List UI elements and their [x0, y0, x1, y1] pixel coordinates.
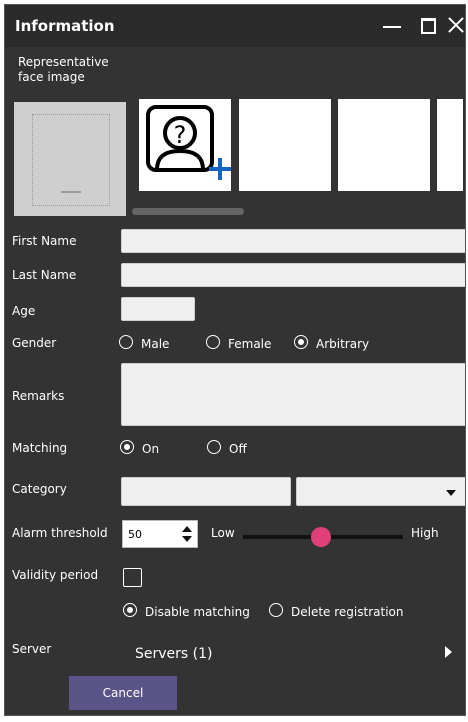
add-face-icon: ?: [146, 105, 231, 180]
representative-face-label: Representative face image: [18, 55, 109, 84]
maximize-button[interactable]: [415, 11, 443, 39]
chevron-right-icon[interactable]: [445, 646, 452, 658]
increment-icon[interactable]: [182, 526, 192, 532]
remarks-textarea[interactable]: [121, 363, 465, 426]
title-bar: Information: [5, 5, 465, 47]
age-input[interactable]: [121, 297, 195, 321]
face-thumbnail[interactable]: [338, 99, 430, 191]
representative-face-image[interactable]: [14, 102, 126, 216]
first-name-label: First Name: [12, 234, 77, 248]
face-thumbnail[interactable]: [239, 99, 331, 191]
category-input[interactable]: [121, 477, 291, 506]
decrement-icon[interactable]: [182, 536, 192, 542]
matching-label: Matching: [12, 441, 68, 455]
alarm-threshold-slider-thumb[interactable]: [311, 527, 331, 547]
gender-label: Gender: [12, 336, 57, 350]
information-dialog: Information Representative face image ? …: [4, 4, 466, 716]
gender-female-radio[interactable]: Female: [206, 335, 271, 351]
last-name-label: Last Name: [12, 268, 77, 282]
validity-period-label: Validity period: [12, 568, 99, 582]
cancel-button[interactable]: Cancel: [69, 676, 177, 710]
face-thumbnail-strip: ?: [139, 99, 463, 197]
svg-text:?: ?: [174, 121, 187, 149]
category-dropdown[interactable]: [296, 477, 465, 506]
matching-on-radio[interactable]: On: [120, 440, 159, 456]
first-name-input[interactable]: [121, 229, 465, 253]
remarks-label: Remarks: [12, 389, 65, 403]
validity-period-checkbox[interactable]: [123, 568, 142, 587]
category-label: Category: [12, 482, 67, 496]
server-label: Server: [12, 642, 52, 656]
alarm-threshold-value: 50: [128, 528, 142, 541]
chevron-down-icon: [446, 490, 456, 496]
gender-arbitrary-radio[interactable]: Arbitrary: [294, 335, 369, 351]
window-title: Information: [15, 17, 115, 35]
delete-registration-radio[interactable]: Delete registration: [269, 603, 403, 619]
face-thumbnail[interactable]: [437, 99, 463, 191]
add-face-thumbnail[interactable]: ?: [139, 99, 231, 191]
maximize-icon: [421, 18, 436, 34]
alarm-threshold-label: Alarm threshold: [12, 526, 108, 540]
matching-off-radio[interactable]: Off: [207, 440, 247, 456]
slider-high-label: High: [411, 526, 439, 540]
servers-value[interactable]: Servers (1): [135, 646, 213, 662]
alarm-threshold-stepper[interactable]: 50: [122, 520, 198, 548]
thumbnail-scrollbar[interactable]: [132, 208, 244, 215]
last-name-input[interactable]: [121, 263, 465, 287]
slider-low-label: Low: [211, 526, 235, 540]
close-button[interactable]: [443, 11, 465, 39]
gender-male-radio[interactable]: Male: [119, 335, 169, 351]
minimize-button[interactable]: [379, 11, 407, 39]
minimize-icon: [383, 26, 401, 28]
age-label: Age: [12, 304, 36, 318]
disable-matching-radio[interactable]: Disable matching: [123, 603, 250, 619]
